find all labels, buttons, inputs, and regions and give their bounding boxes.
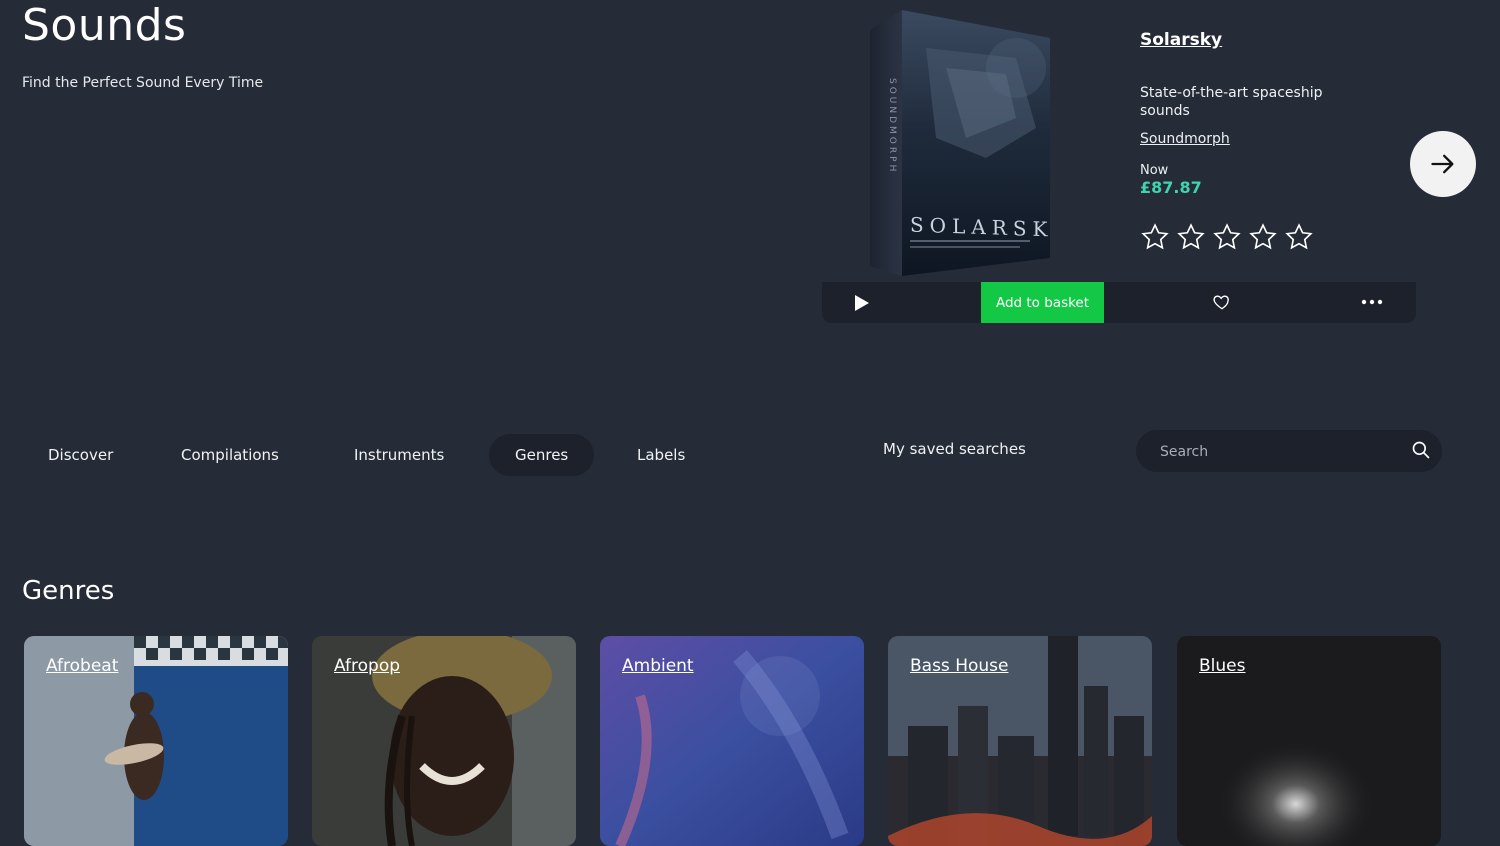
star-icon[interactable] — [1284, 222, 1314, 252]
star-icon[interactable] — [1176, 222, 1206, 252]
add-to-basket-button[interactable]: Add to basket — [981, 282, 1104, 323]
heart-icon — [1213, 295, 1229, 310]
play-icon — [855, 295, 869, 311]
genre-label[interactable]: Afrobeat — [46, 656, 118, 676]
genre-label[interactable]: Ambient — [622, 656, 694, 676]
search-box — [1136, 430, 1442, 474]
genre-card-afropop[interactable]: Afropop — [312, 636, 576, 846]
saved-searches-link[interactable]: My saved searches — [883, 440, 1026, 458]
genre-label[interactable]: Bass House — [910, 656, 1008, 676]
nav-instruments[interactable]: Instruments — [328, 434, 470, 476]
price-label: Now — [1140, 163, 1169, 178]
search-input[interactable] — [1158, 430, 1402, 474]
more-dots-icon — [1361, 299, 1383, 305]
nav-genres[interactable]: Genres — [489, 434, 595, 476]
arrow-right-icon — [1431, 154, 1454, 174]
star-icon[interactable] — [1140, 222, 1170, 252]
product-title-link[interactable]: Solarsky — [1140, 30, 1222, 50]
page-title: Sounds — [22, 0, 187, 51]
product-vendor-link[interactable]: Soundmorph — [1140, 131, 1230, 147]
star-icon[interactable] — [1212, 222, 1242, 252]
product-description: State-of-the-art spaceship sounds — [1140, 85, 1323, 119]
next-product-button[interactable] — [1410, 131, 1476, 197]
genre-label[interactable]: Afropop — [334, 656, 400, 676]
page-subtitle: Find the Perfect Sound Every Time — [22, 75, 264, 91]
genre-card-afrobeat[interactable]: Afrobeat — [24, 636, 288, 846]
product-action-bar: Add to basket — [822, 282, 1416, 323]
nav-discover[interactable]: Discover — [22, 434, 139, 476]
play-button[interactable] — [850, 292, 872, 314]
box-brand-text: SOUNDMORPH — [887, 78, 897, 174]
rating-stars[interactable] — [1140, 222, 1314, 252]
search-icon[interactable] — [1411, 440, 1431, 460]
genre-label[interactable]: Blues — [1199, 656, 1245, 676]
wishlist-button[interactable] — [1212, 292, 1232, 316]
nav-labels[interactable]: Labels — [611, 434, 711, 476]
more-options-button[interactable] — [1360, 292, 1384, 316]
genre-card-bass-house[interactable]: Bass House — [888, 636, 1152, 846]
section-title: Genres — [22, 576, 115, 606]
nav-compilations[interactable]: Compilations — [155, 434, 305, 476]
genre-card-blues[interactable]: Blues — [1177, 636, 1441, 846]
product-box-art[interactable]: SOLARSKY SOUNDMORPH — [866, 8, 1072, 278]
genre-card-ambient[interactable]: Ambient — [600, 636, 864, 846]
price-value: £87.87 — [1140, 178, 1202, 197]
star-icon[interactable] — [1248, 222, 1278, 252]
